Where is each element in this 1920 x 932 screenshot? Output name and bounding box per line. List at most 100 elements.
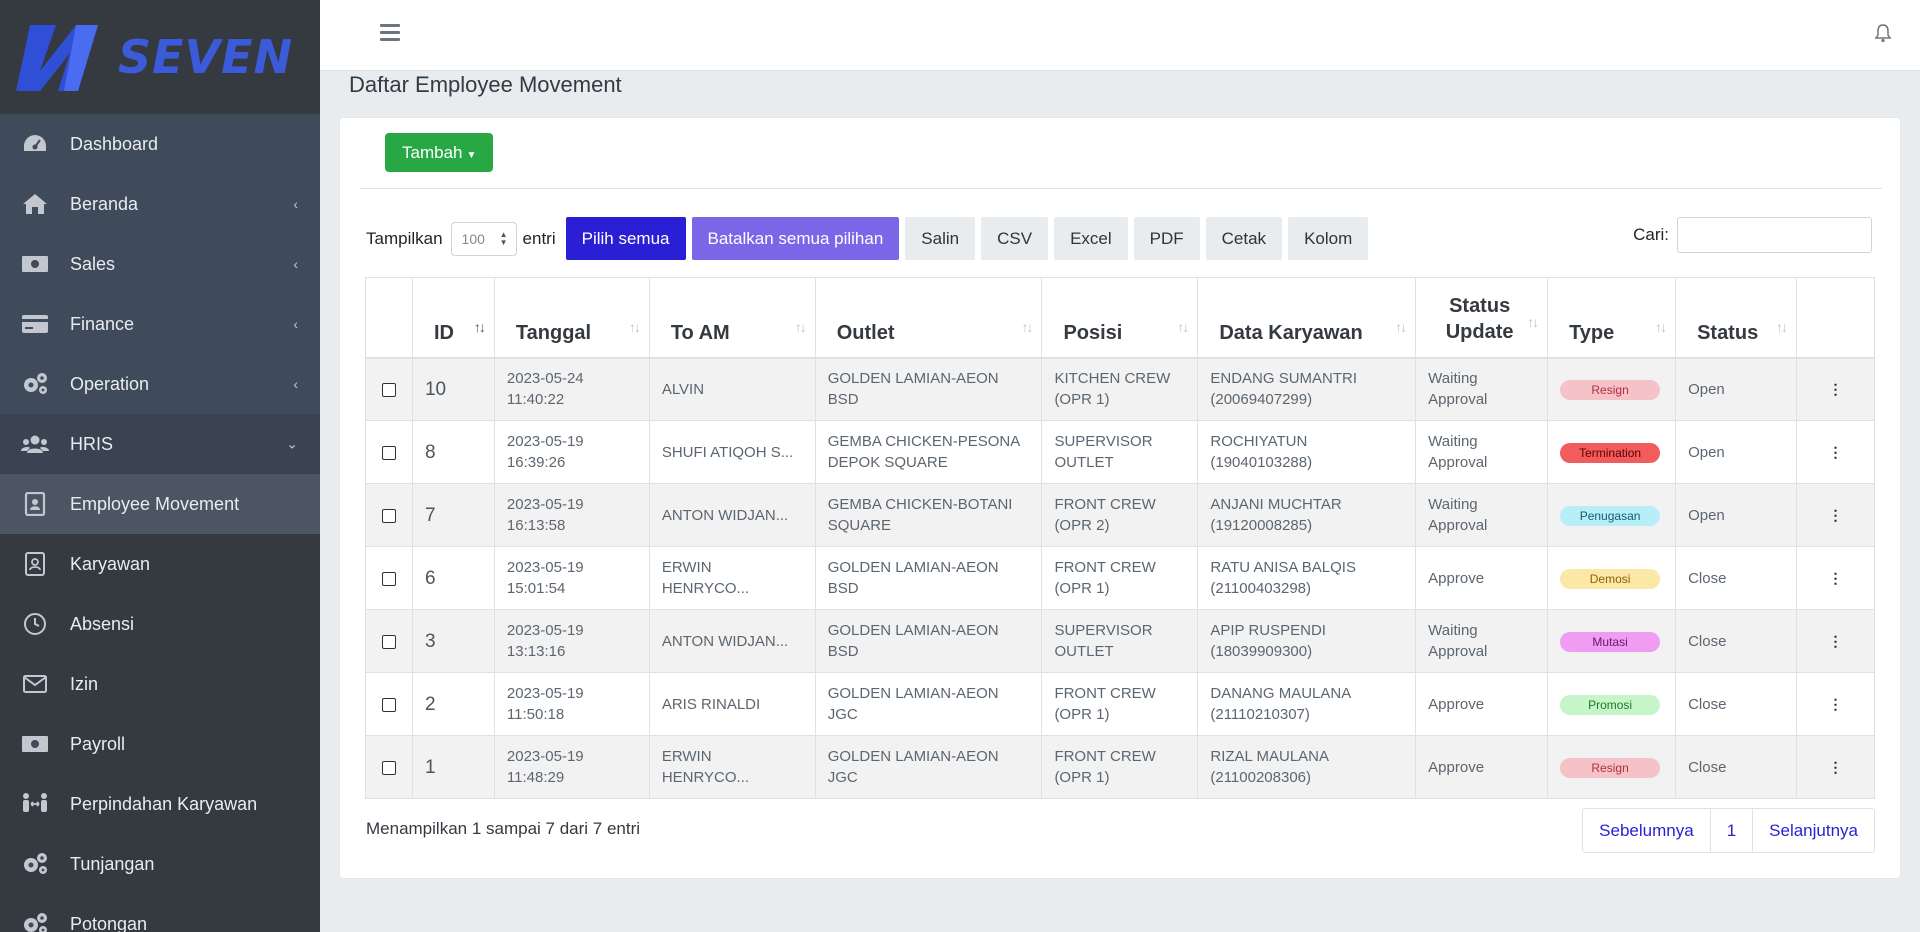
- sort-icon: ↑↓: [1395, 318, 1407, 335]
- type-badge: Resign: [1560, 757, 1661, 778]
- sidebar-item-sales[interactable]: Sales ‹: [0, 234, 320, 294]
- table-row[interactable]: 2 2023-05-19 11:50:18 ARIS RINALDI GOLDEN LA…: [365, 672, 1875, 736]
- select-all-button[interactable]: Pilih semua: [565, 217, 686, 260]
- cell-outlet-line: GOLDEN LAMIAN-AEON: [827, 685, 999, 702]
- caret-down-icon: ▼: [466, 150, 477, 161]
- deselect-all-button[interactable]: Batalkan semua pilihan: [691, 217, 900, 260]
- row-checkbox[interactable]: [381, 382, 396, 397]
- sidebar-item-potongan[interactable]: Potongan: [0, 894, 320, 932]
- column-header-type[interactable]: Type ↑↓: [1547, 277, 1677, 359]
- table-row[interactable]: 3 2023-05-19 13:13:16 ANTON WIDJAN... GOLDEN…: [365, 609, 1875, 673]
- cell-posisi-line: FRONT CREW: [1054, 685, 1156, 702]
- kebab-menu-icon[interactable]: ⋮: [1829, 445, 1843, 459]
- brand-logo[interactable]: SEVEN: [0, 0, 320, 114]
- cell-tanggal: 2023-05-19 13:13:16: [493, 609, 650, 673]
- kebab-menu-icon[interactable]: ⋮: [1829, 382, 1843, 396]
- cell-outlet-line: DEPOK SQUARE: [827, 454, 948, 471]
- table-row[interactable]: 7 2023-05-19 16:13:58 ANTON WIDJAN... GEMBA …: [365, 483, 1875, 547]
- table-row[interactable]: 8 2023-05-19 16:39:26 SHUFI ATIQOH S... GEMB…: [365, 420, 1875, 484]
- print-button[interactable]: Cetak: [1205, 217, 1283, 260]
- cell-id: 10: [411, 357, 495, 421]
- page-length-select[interactable]: 100 ▲ ▼: [450, 221, 517, 256]
- sidebar-item-employee-movement[interactable]: Employee Movement: [0, 474, 320, 534]
- previous-page-button[interactable]: Sebelumnya: [1583, 809, 1710, 852]
- column-header-to-am[interactable]: To AM ↑↓: [648, 277, 816, 359]
- bell-icon[interactable]: [1874, 23, 1892, 48]
- employee-nik: (19120008285): [1210, 517, 1313, 534]
- cell-actions: ⋮: [1796, 483, 1875, 547]
- cell-posisi-line: FRONT CREW: [1054, 496, 1156, 513]
- sidebar-item-izin[interactable]: Izin: [0, 654, 320, 714]
- pdf-button[interactable]: PDF: [1133, 217, 1200, 260]
- column-header-status[interactable]: Status ↑↓: [1675, 277, 1797, 359]
- row-checkbox[interactable]: [381, 697, 396, 712]
- cell-data-karyawan: DANANG MAULANA (21110210307): [1197, 672, 1417, 736]
- sidebar-item-operation[interactable]: Operation ‹: [0, 354, 320, 414]
- row-checkbox[interactable]: [381, 571, 396, 586]
- sidebar-item-label: Payroll: [70, 733, 126, 754]
- sidebar-item-finance[interactable]: Finance ‹: [0, 294, 320, 354]
- column-header-tanggal[interactable]: Tanggal ↑↓: [493, 277, 650, 359]
- columns-button[interactable]: Kolom: [1288, 217, 1369, 260]
- row-checkbox[interactable]: [381, 508, 396, 523]
- sidebar-item-hris[interactable]: HRIS ⌄: [0, 414, 320, 474]
- copy-button[interactable]: Salin: [905, 217, 976, 260]
- kebab-menu-icon[interactable]: ⋮: [1829, 697, 1843, 711]
- row-checkbox[interactable]: [381, 445, 396, 460]
- column-header-id[interactable]: ID ↑↓: [411, 277, 495, 359]
- cell-type: Penugasan: [1547, 483, 1677, 547]
- kebab-menu-icon[interactable]: ⋮: [1829, 508, 1843, 522]
- cell-outlet-line: BSD: [827, 643, 859, 660]
- cell-outlet-line: GOLDEN LAMIAN-AEON: [827, 370, 999, 388]
- kebab-menu-icon[interactable]: ⋮: [1829, 571, 1843, 585]
- sidebar-item-tunjangan[interactable]: Tunjangan: [0, 834, 320, 894]
- cell-actions: ⋮: [1796, 420, 1875, 484]
- type-badge: Promosi: [1560, 694, 1661, 715]
- cell-outlet-line: BSD: [827, 391, 859, 409]
- credit-card-icon: [20, 312, 50, 336]
- excel-button[interactable]: Excel: [1054, 217, 1128, 260]
- table-info: Menampilkan 1 sampai 7 dari 7 entri: [366, 819, 641, 838]
- cell-posisi-line: SUPERVISOR: [1054, 622, 1153, 639]
- kebab-menu-icon[interactable]: ⋮: [1829, 760, 1843, 774]
- row-checkbox[interactable]: [381, 760, 396, 775]
- search-input[interactable]: [1677, 217, 1872, 253]
- sidebar-item-perpindahan-karyawan[interactable]: Perpindahan Karyawan: [0, 774, 320, 834]
- column-header-status-update[interactable]: Status Update ↑↓: [1415, 277, 1549, 359]
- cell-status-update: Approve: [1415, 546, 1549, 610]
- column-header-posisi[interactable]: Posisi ↑↓: [1041, 277, 1199, 359]
- cogs-icon: [20, 852, 50, 876]
- entries-label: entri: [522, 228, 556, 248]
- cell-type: Resign: [1547, 357, 1677, 421]
- cell-outlet-line: GOLDEN LAMIAN-AEON: [827, 748, 999, 765]
- status-update-line: Waiting: [1428, 433, 1478, 450]
- next-page-button[interactable]: Selanjutnya: [1752, 809, 1874, 852]
- csv-button[interactable]: CSV: [981, 217, 1049, 260]
- sidebar-item-karyawan[interactable]: Karyawan: [0, 534, 320, 594]
- cell-posisi-line: (OPR 1): [1054, 706, 1110, 723]
- page-1-button[interactable]: 1: [1709, 809, 1752, 852]
- sidebar-item-payroll[interactable]: Payroll: [0, 714, 320, 774]
- sort-icon: ↑↓: [794, 318, 807, 335]
- sidebar-item-label: Sales: [70, 253, 116, 274]
- column-header-outlet[interactable]: Outlet ↑↓: [814, 277, 1043, 359]
- add-dropdown-button[interactable]: Tambah ▼: [385, 133, 494, 172]
- sidebar-item-label: Karyawan: [70, 553, 151, 574]
- type-badge: Demosi: [1560, 568, 1661, 589]
- cell-to-am: SHUFI ATIQOH S...: [648, 420, 816, 484]
- employee-name: ANJANI MUCHTAR: [1210, 496, 1342, 513]
- table-row[interactable]: 1 2023-05-19 11:48:29 ERWIN HENRYCO... GOLDE…: [365, 735, 1875, 799]
- sidebar-item-absensi[interactable]: Absensi: [0, 594, 320, 654]
- sidebar-item-label: Potongan: [70, 913, 148, 932]
- table-row[interactable]: 6 2023-05-19 15:01:54 ERWIN HENRYCO... GOLDE…: [365, 546, 1875, 610]
- kebab-menu-icon[interactable]: ⋮: [1829, 634, 1843, 648]
- actions-column-header: [1796, 277, 1875, 359]
- table-row[interactable]: 10 2023-05-24 11:40:22 ALVIN GOLDEN LAMIAN-A…: [365, 357, 1875, 421]
- cell-time: 15:01:54: [506, 580, 566, 597]
- sidebar-item-beranda[interactable]: Beranda ‹: [0, 174, 320, 234]
- cell-status-update: Waiting Approval: [1415, 357, 1549, 421]
- column-header-data-karyawan[interactable]: Data Karyawan ↑↓: [1197, 277, 1417, 359]
- row-checkbox[interactable]: [381, 634, 396, 649]
- sidebar-item-dashboard[interactable]: Dashboard: [0, 114, 320, 174]
- hamburger-menu-icon[interactable]: [380, 24, 400, 44]
